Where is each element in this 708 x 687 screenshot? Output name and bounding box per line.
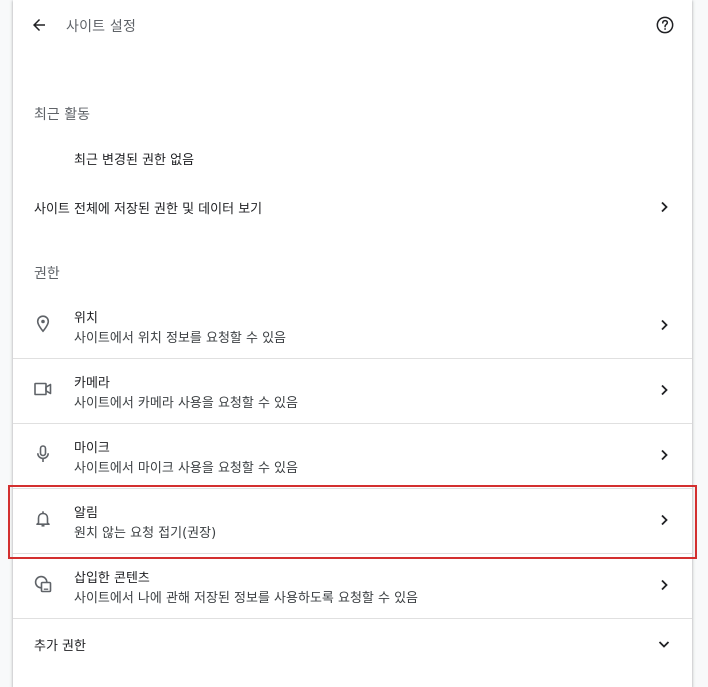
- chevron-right-icon: [658, 201, 670, 213]
- permission-name: 삽입한 콘텐츠: [74, 571, 150, 586]
- page-title: 사이트 설정: [66, 19, 137, 35]
- permission-description: 원치 않는 요청 접기(권장): [74, 526, 217, 541]
- help-button[interactable]: [654, 14, 676, 36]
- all-sites-data-label: 사이트 전체에 저장된 권한 및 데이터 보기: [34, 202, 263, 217]
- chevron-right-icon: [658, 449, 670, 461]
- bell-icon: [33, 509, 53, 529]
- chevron-right-icon: [658, 514, 670, 526]
- arrow-back-icon: [30, 16, 48, 34]
- permission-description: 사이트에서 마이크 사용을 요청할 수 있음: [74, 461, 298, 476]
- settings-page: 사이트 설정 최근 활동 최근 변경된 권한 없음 사이트 전체에 저장된 권한…: [0, 0, 708, 687]
- recent-activity-heading: 최근 활동: [34, 107, 90, 123]
- permission-name: 카메라: [74, 376, 110, 391]
- permission-name: 마이크: [74, 441, 110, 456]
- additional-permissions-row[interactable]: 추가 권한: [13, 618, 692, 669]
- chevron-down-icon: [658, 638, 670, 650]
- embedded-content-icon: [33, 574, 53, 594]
- chevron-right-icon: [658, 384, 670, 396]
- permission-row-notifications[interactable]: 알림 원치 않는 요청 접기(권장): [13, 488, 692, 554]
- permission-row-location[interactable]: 위치 사이트에서 위치 정보를 요청할 수 있음: [13, 293, 692, 359]
- permission-description: 사이트에서 위치 정보를 요청할 수 있음: [74, 331, 287, 346]
- recent-activity-empty-text: 최근 변경된 권한 없음: [74, 153, 195, 168]
- chevron-right-icon: [658, 579, 670, 591]
- permission-name: 위치: [74, 311, 98, 326]
- microphone-icon: [33, 444, 53, 464]
- permission-row-microphone[interactable]: 마이크 사이트에서 마이크 사용을 요청할 수 있음: [13, 423, 692, 489]
- help-icon: [655, 15, 675, 35]
- back-button[interactable]: [27, 13, 51, 37]
- permission-description: 사이트에서 카메라 사용을 요청할 수 있음: [74, 396, 298, 411]
- all-sites-data-row[interactable]: 사이트 전체에 저장된 권한 및 데이터 보기: [13, 182, 692, 230]
- chevron-right-icon: [658, 319, 670, 331]
- location-pin-icon: [33, 314, 53, 334]
- permission-row-camera[interactable]: 카메라 사이트에서 카메라 사용을 요청할 수 있음: [13, 358, 692, 424]
- permission-row-embedded-content[interactable]: 삽입한 콘텐츠 사이트에서 나에 관해 저장된 정보를 사용하도록 요청할 수 …: [13, 553, 692, 618]
- permission-name: 알림: [74, 506, 98, 521]
- permissions-heading: 권한: [34, 266, 60, 282]
- site-settings-card: 사이트 설정 최근 활동 최근 변경된 권한 없음 사이트 전체에 저장된 권한…: [13, 0, 692, 687]
- permission-description: 사이트에서 나에 관해 저장된 정보를 사용하도록 요청할 수 있음: [74, 591, 419, 606]
- additional-permissions-label: 추가 권한: [34, 639, 86, 654]
- page-header: 사이트 설정: [13, 0, 692, 52]
- camera-icon: [33, 379, 53, 399]
